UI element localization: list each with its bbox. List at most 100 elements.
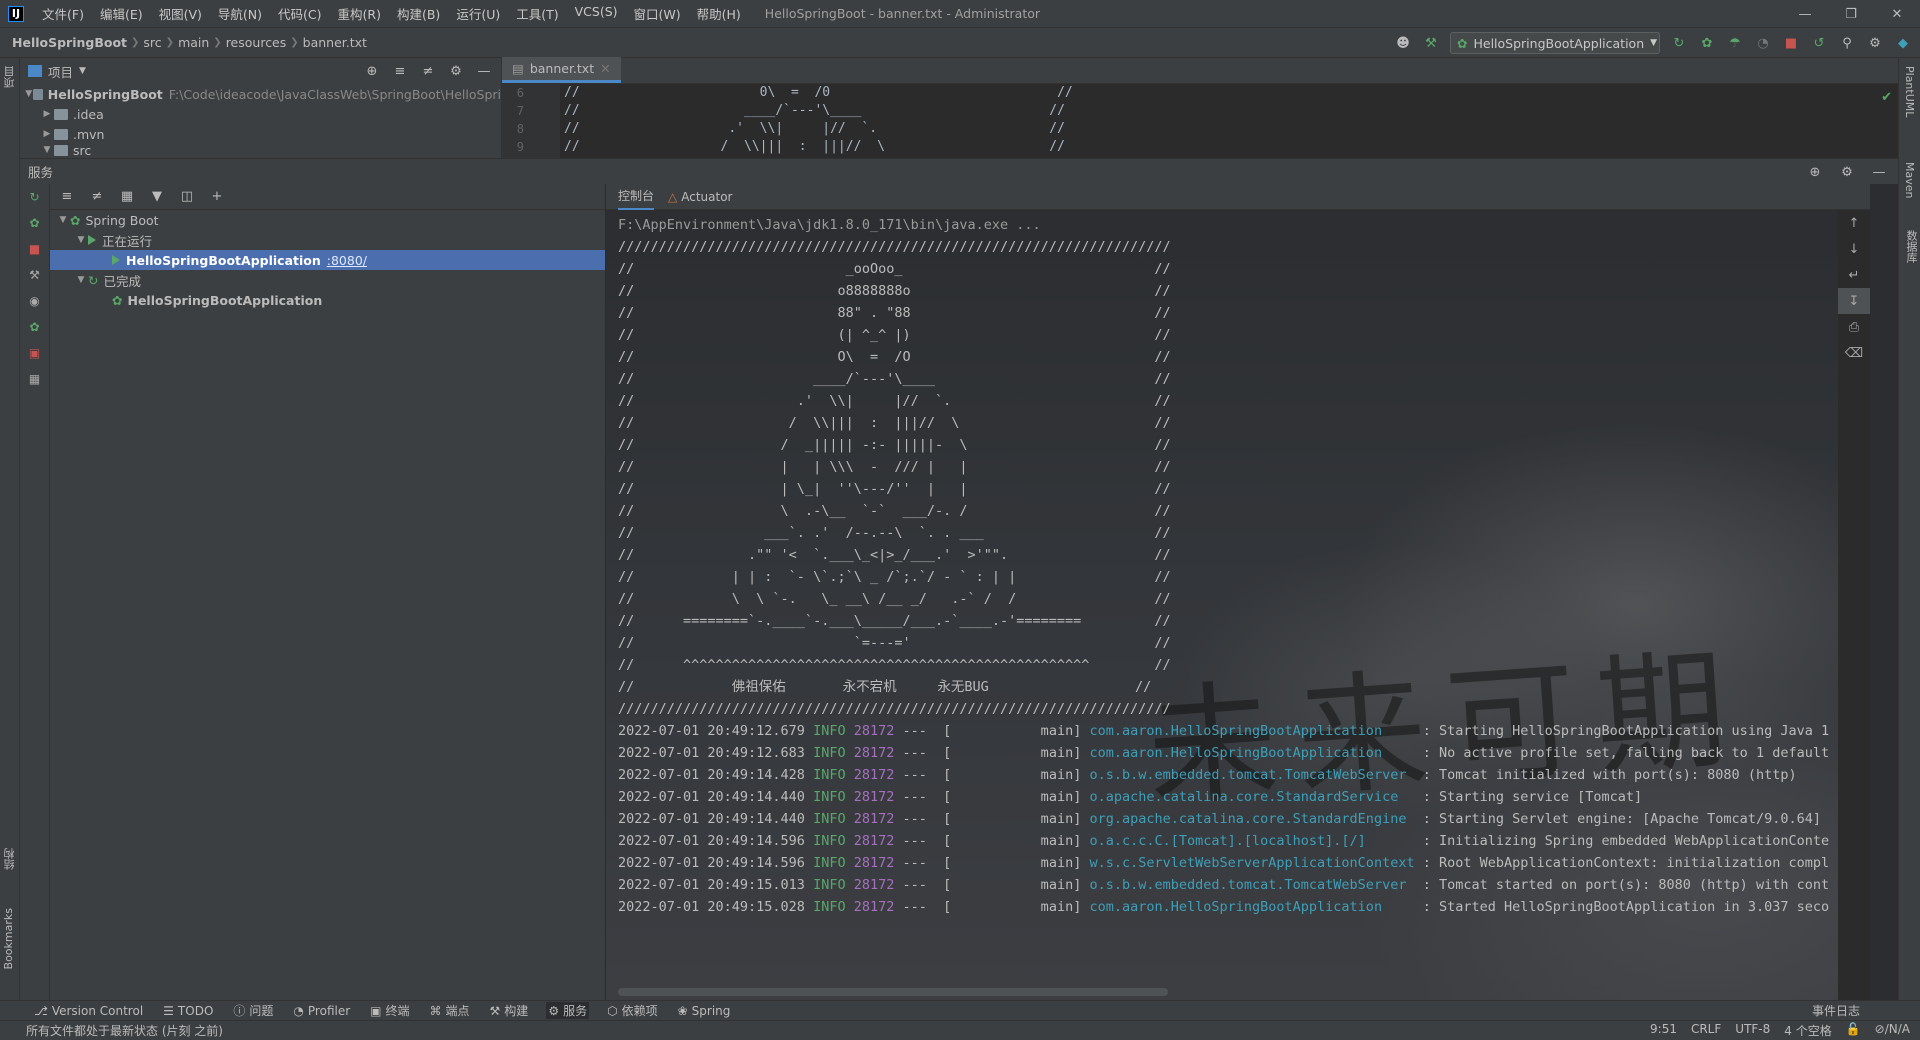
exit-icon[interactable]: ▣ [20,340,49,366]
tool-window-button[interactable]: ⌘ 端点 [428,1002,472,1019]
menu-item[interactable]: 导航(N) [210,4,270,23]
tool-window-button[interactable]: ⓘ 问题 [231,1002,275,1019]
menu-item[interactable]: 重构(R) [330,4,389,23]
gear-icon[interactable]: ⚙ [1866,34,1884,52]
print-icon[interactable]: ⎙ [1838,314,1870,340]
rerun-icon[interactable]: ↻ [1670,34,1688,52]
no-problems-check-icon[interactable]: ✔ [1881,90,1892,105]
scroll-to-end-icon[interactable]: ↧ [1838,288,1870,314]
hide-panel-icon[interactable]: — [475,62,493,80]
chevron-down-icon[interactable]: ▼ [56,215,70,225]
tree-node-finished-app[interactable]: ✿ HelloSpringBootApplication [50,290,605,310]
arrow-down-icon[interactable]: ↓ [1838,236,1870,262]
tool-window-button[interactable]: ⬡ 依赖项 [605,1002,660,1019]
breadcrumb-item[interactable]: main [174,35,213,50]
breadcrumb-item[interactable]: resources [222,35,291,50]
arrow-up-icon[interactable]: ↑ [1838,210,1870,236]
line-separator[interactable]: CRLF [1691,1022,1721,1039]
reload-changes-icon[interactable]: ↺ [1810,34,1828,52]
status-message[interactable]: 所有文件都处于最新状态 (片刻 之前) [26,1022,223,1039]
tool-window-button[interactable]: ⚙ 服务 [546,1002,590,1019]
project-tool-button[interactable]: 项目 [2,66,18,88]
plantuml-tool-button[interactable]: PlantUML [1903,66,1916,117]
console-output[interactable]: F:\AppEnvironment\Java\jdk1.8.0_171\bin\… [618,214,1830,980]
build-hammer-icon[interactable]: ⚒ [1422,34,1440,52]
run-configuration-select[interactable]: ✿ HelloSpringBootApplication ▼ [1450,32,1660,54]
user-icon[interactable]: ☻ [1394,34,1412,52]
group-by-icon[interactable]: ▦ [118,188,136,206]
database-tool-button[interactable]: 数据库 [1903,230,1919,263]
menu-item[interactable]: 视图(V) [151,4,210,23]
locate-icon[interactable]: ⊕ [363,62,381,80]
menu-item[interactable]: 编辑(E) [92,4,151,23]
close-icon[interactable]: ✕ [1874,0,1920,28]
tree-item-idea[interactable]: ▶ .idea [20,104,501,124]
breadcrumb-item[interactable]: src [139,35,165,50]
chevron-down-icon[interactable]: ▼ [24,89,33,99]
bug-icon[interactable]: ✿ [20,314,49,340]
tree-node-spring-boot[interactable]: ▼ ✿ Spring Boot [50,210,605,230]
lock-icon[interactable]: 🔓 [1846,1022,1861,1039]
project-root-row[interactable]: ▼ HelloSpringBoot F:\Code\ideacode\JavaC… [20,84,501,104]
profile-icon[interactable]: ◔ [1754,34,1772,52]
tool-window-button[interactable]: ◔ Profiler [291,1004,352,1018]
tree-node-finished[interactable]: ▼ ↻ 已完成 [50,270,605,290]
menu-item[interactable]: 运行(U) [448,4,508,23]
menu-item[interactable]: 窗口(W) [626,4,689,23]
tree-item-src[interactable]: ▼ src [20,144,501,156]
close-icon[interactable]: ✕ [600,61,610,76]
tree-item-mvn[interactable]: ▶ .mvn [20,124,501,144]
expand-all-icon[interactable]: ≡ [58,188,76,206]
menu-item[interactable]: 构建(B) [389,4,448,23]
coverage-icon[interactable]: ☂ [1726,34,1744,52]
editor-code-area[interactable]: // 0\ = /0 // // ____/`---'\____ // // .… [564,84,1878,158]
project-panel-title[interactable]: 项目 [48,62,73,81]
hide-panel-icon[interactable]: — [1870,163,1888,181]
stop-icon[interactable]: ■ [1782,34,1800,52]
caret-position[interactable]: 9:51 [1650,1022,1677,1039]
menu-item[interactable]: 帮助(H) [689,4,749,23]
file-encoding[interactable]: UTF-8 [1735,1022,1770,1039]
tool-window-button[interactable]: ⎇ Version Control [32,1004,145,1018]
restore-icon[interactable]: ❐ [1828,0,1874,28]
tool-window-button[interactable]: ⚒ 构建 [488,1002,531,1019]
search-icon[interactable]: ⚲ [1838,34,1856,52]
structure-tool-button[interactable]: 结构 [2,848,18,870]
maven-tool-button[interactable]: Maven [1903,162,1916,198]
bookmarks-tool-button[interactable]: Bookmarks [2,908,15,969]
plugin-icon[interactable]: ◆ [1894,34,1912,52]
gear-icon[interactable]: ⚙ [447,62,465,80]
breadcrumb-item[interactable]: banner.txt [299,35,371,50]
collapse-all-icon[interactable]: ≠ [419,62,437,80]
tool-window-button[interactable]: ☰ TODO [161,1004,215,1018]
tree-node-running[interactable]: ▼ 正在运行 [50,230,605,250]
soft-wrap-icon[interactable]: ↵ [1838,262,1870,288]
breadcrumb-item[interactable]: HelloSpringBoot [8,35,131,50]
chevron-down-icon[interactable]: ▼ [79,66,86,76]
new-tab-icon[interactable]: ◫ [178,188,196,206]
tab-banner-txt[interactable]: ▤ banner.txt ✕ [502,57,621,83]
tree-node-running-app[interactable]: HelloSpringBootApplication :8080/ [50,250,605,270]
tool-window-button[interactable]: ▣ 终端 [368,1002,411,1019]
debug-icon[interactable]: ✿ [1698,34,1716,52]
gear-icon[interactable]: ⚙ [1838,163,1856,181]
event-log-button[interactable]: 事件日志 [1812,1002,1860,1019]
chevron-right-icon[interactable]: ▶ [40,129,54,139]
stop-icon[interactable]: ■ [20,236,49,262]
minimize-icon[interactable]: — [1782,0,1828,28]
camera-icon[interactable]: ◉ [20,288,49,314]
locate-icon[interactable]: ⊕ [1806,163,1824,181]
tab-console[interactable]: 控制台 [618,184,655,210]
rerun-icon[interactable]: ↻ [20,184,49,210]
add-service-icon[interactable]: + [208,188,226,206]
port-link[interactable]: :8080/ [327,253,367,268]
chevron-down-icon[interactable]: ▼ [74,235,88,245]
menu-item[interactable]: 代码(C) [270,4,329,23]
chevron-right-icon[interactable]: ▶ [40,109,54,119]
horizontal-scrollbar[interactable] [618,988,1168,996]
chevron-down-icon[interactable]: ▼ [40,145,54,155]
layout-icon[interactable]: ▦ [20,366,49,392]
debug-icon[interactable]: ✿ [20,210,49,236]
menu-item[interactable]: 工具(T) [508,4,566,23]
vcs-status[interactable]: ⊘/N/A [1875,1022,1910,1039]
